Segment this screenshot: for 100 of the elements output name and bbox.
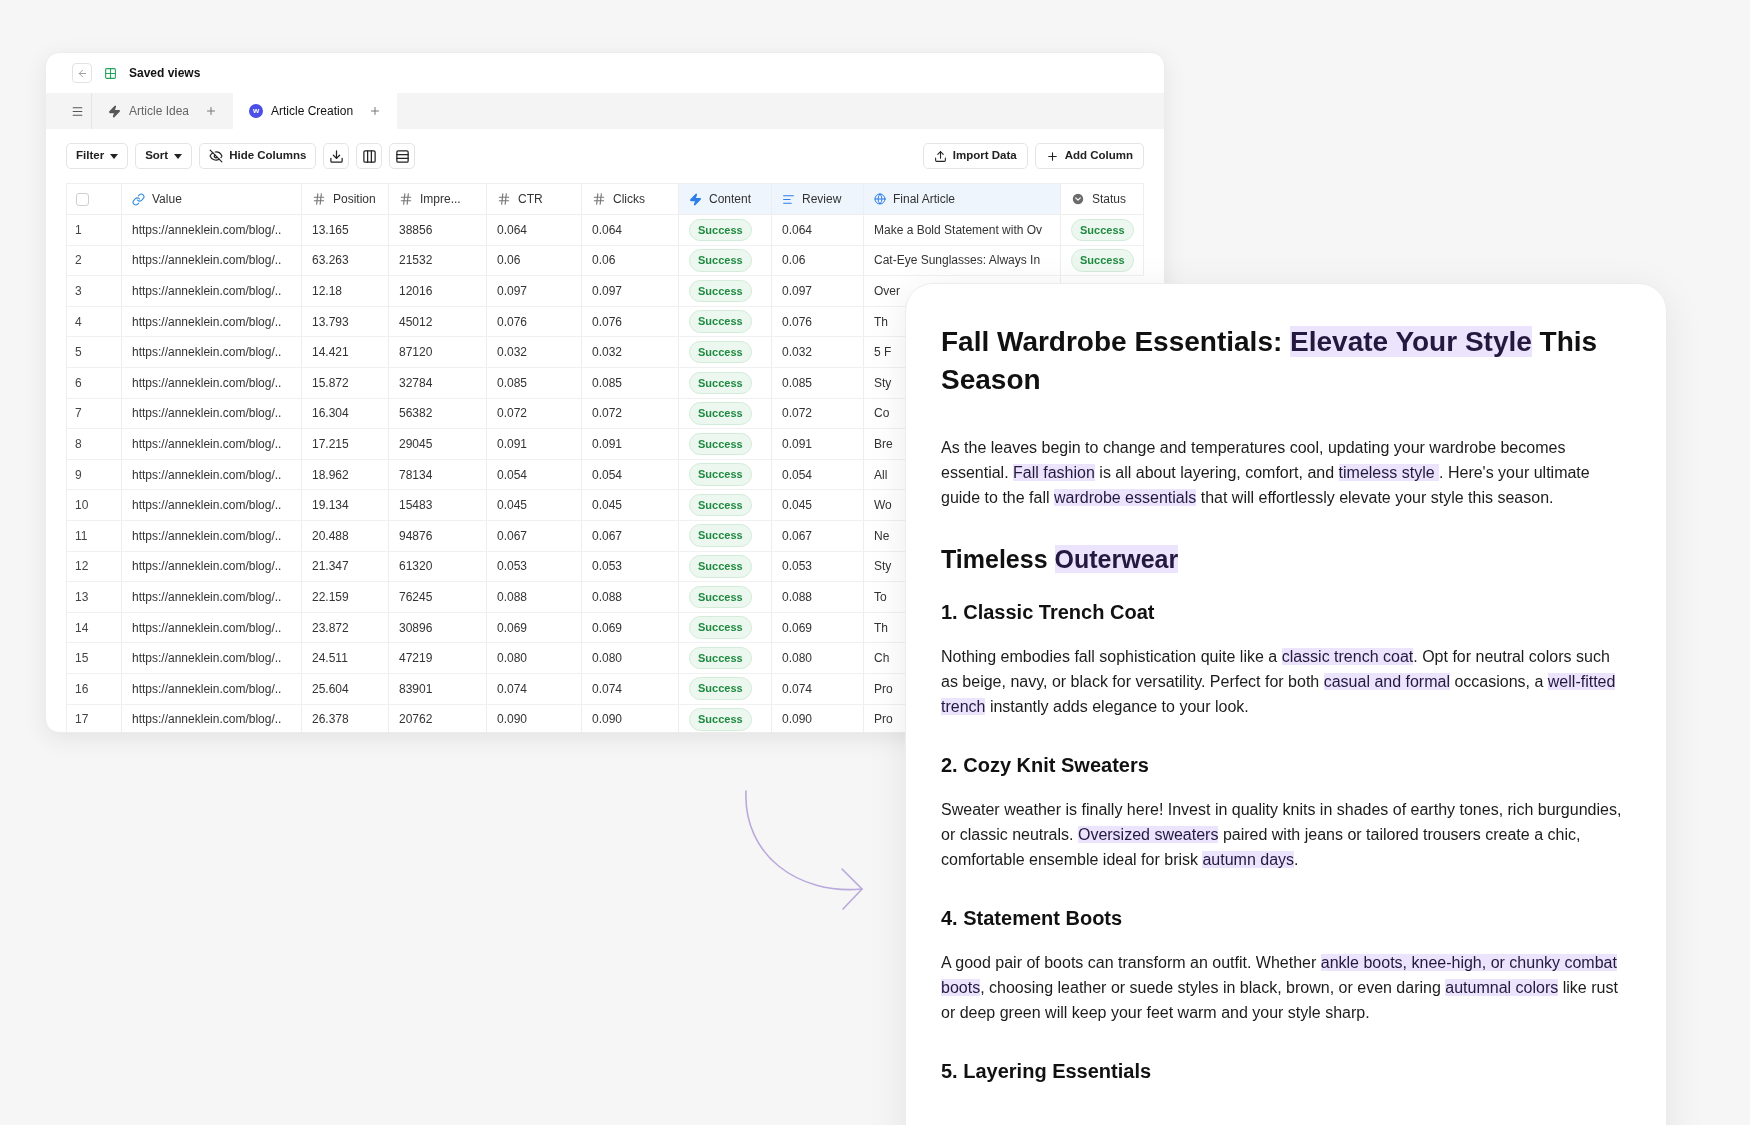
table-cell-text: 0.072 (497, 405, 528, 423)
table-cell-text: 0.076 (592, 313, 623, 331)
columns-icon (361, 148, 377, 164)
table-cell-text: 38856 (399, 221, 433, 239)
row-number: 14 (75, 619, 89, 637)
upload-icon (933, 149, 947, 163)
rows-icon (394, 148, 410, 164)
table-cell-text: 0.090 (592, 711, 623, 729)
table-cell-text: Cat-Eye Sunglasses: Always In (874, 252, 1041, 270)
row-number: 16 (75, 680, 89, 698)
column-header[interactable]: Content (679, 184, 772, 214)
table-cell-text: 0.06 (592, 252, 616, 270)
table-cell-text: Pro (874, 711, 893, 729)
lightning-icon (689, 192, 702, 206)
row-number: 6 (75, 374, 82, 392)
table-cell-text: 13.165 (312, 221, 349, 239)
table-cell-text: 20.488 (312, 527, 349, 545)
table-cell-text: Pro (874, 680, 893, 698)
table-cell-text: 12016 (399, 283, 433, 300)
status-badge: Success (689, 555, 752, 578)
tab[interactable]: w Article Creation (233, 93, 398, 129)
table-cell-text: https://anneklein.com/blog/.. (132, 588, 282, 606)
table-cell-text: 0.097 (782, 283, 813, 300)
status-badge: Success (689, 402, 752, 425)
table-cell-text: 25.604 (312, 680, 349, 698)
subsection-heading: 4. Statement Boots (941, 906, 1124, 931)
table-cell-text: https://anneklein.com/blog/.. (132, 374, 282, 392)
table-cell-text: 26.378 (312, 711, 349, 729)
status-badge: Success (689, 646, 752, 670)
eye-off-icon (209, 149, 224, 163)
table-cell-text: Sty (874, 374, 892, 392)
table-cell-text: 0.054 (782, 466, 813, 484)
table-cell-text: 83901 (399, 680, 433, 698)
table-cell-text: Make a Bold Statement with Ov (874, 221, 1043, 239)
dropdown-icon (1071, 192, 1085, 206)
table-cell-text: 17.215 (312, 435, 349, 453)
row-number: 3 (75, 283, 82, 300)
table-cell-text: 0.080 (782, 650, 813, 668)
table-cell-text: 0.054 (592, 466, 623, 484)
section-heading: Timeless Outerwear (941, 544, 1180, 575)
toolbar-button[interactable]: Import Data (922, 143, 1028, 169)
toolbar-icon-button[interactable] (389, 143, 416, 169)
row-number: 13 (75, 588, 89, 606)
toolbar-button[interactable]: Add Column (1034, 143, 1144, 169)
table-cell-text: 0.076 (782, 313, 813, 331)
table-cell-text: 0.064 (497, 221, 528, 239)
window-title: Saved views (129, 65, 201, 82)
hash-icon (312, 192, 326, 206)
table-cell-text: 0.069 (497, 619, 528, 637)
table-cell-text: https://anneklein.com/blog/.. (132, 497, 282, 515)
status-badge: Success (689, 279, 752, 303)
table-cell-text: 0.097 (497, 283, 528, 300)
toolbar-icon-button[interactable] (356, 143, 383, 169)
hash-icon (592, 192, 606, 206)
back-arrow-icon (76, 67, 88, 79)
table-cell-text: 0.097 (592, 283, 623, 300)
toolbar-button[interactable]: Hide Columns (199, 143, 317, 169)
table-cell-text: 0.067 (592, 527, 623, 545)
table-cell-text: 0.045 (497, 497, 528, 515)
table-cell-text: 0.074 (782, 680, 813, 698)
caret-icon (174, 153, 183, 159)
status-badge: Success (689, 432, 752, 456)
table-cell-text: 12.18 (312, 283, 343, 300)
select-all-checkbox[interactable] (76, 192, 89, 206)
paragraph: A good pair of boots can transform an outfit. Whether ankle boots, knee-high, or chunky combat boots, choosing leather or suede styles in black, brown, or even daring autumnal colors like rust or deep green will keep your feet warm and your style sharp. (941, 953, 1619, 1023)
table-cell-text: 0.072 (782, 405, 813, 423)
row-number: 12 (75, 558, 89, 576)
table-cell-text: 0.088 (497, 588, 528, 606)
table-cell-text: 16.304 (312, 405, 349, 423)
column-header[interactable]: Review (772, 184, 864, 214)
table-cell-text: 0.054 (497, 466, 528, 484)
table-cell-text: 0.032 (592, 344, 623, 362)
paragraph: Nothing embodies fall sophistication quite like a classic trench coat. Opt for neutral colors such as beige, navy, or black for versatility. Perfect for both casual and formal occasions, a well-fitted trench instantly adds elegance to your look. (941, 647, 1617, 717)
table-cell-text: 0.074 (497, 680, 528, 698)
lightning-icon (108, 104, 121, 118)
tab-label: Article Idea (129, 103, 190, 120)
table-cell-text: https://anneklein.com/blog/.. (132, 711, 282, 729)
toolbar-button[interactable]: Filter (66, 143, 129, 169)
status-badge: Success (689, 708, 752, 731)
table-cell-text: 30896 (399, 619, 433, 637)
table-cell-text: 14.421 (312, 344, 349, 362)
tab[interactable]: Article Idea (92, 93, 234, 129)
table-cell-text: 0.091 (497, 435, 528, 453)
table-cell-text: 32784 (399, 374, 433, 392)
table-cell-text: Th (874, 313, 888, 331)
article-title: Fall Wardrobe Essentials: Elevate Your Style This Season (941, 325, 1599, 397)
table-cell-text: https://anneklein.com/blog/.. (132, 619, 282, 637)
toolbar-button[interactable]: Sort (135, 143, 193, 169)
toolbar-icon-button[interactable] (323, 143, 350, 169)
row-number: 8 (75, 435, 82, 453)
table-cell-text: 0.053 (592, 558, 623, 576)
table-cell-text: 0.032 (497, 344, 528, 362)
table-cell-text: https://anneklein.com/blog/.. (132, 283, 282, 300)
subsection-heading: 1. Classic Trench Coat (941, 600, 1156, 625)
table-cell-text: 47219 (399, 650, 433, 668)
table-cell-text: 0.091 (592, 435, 623, 453)
tab-badge: w (249, 104, 264, 118)
column-header[interactable]: Final Article (864, 184, 1061, 214)
row-number: 5 (75, 344, 82, 362)
table-cell-text: 87120 (399, 344, 433, 362)
